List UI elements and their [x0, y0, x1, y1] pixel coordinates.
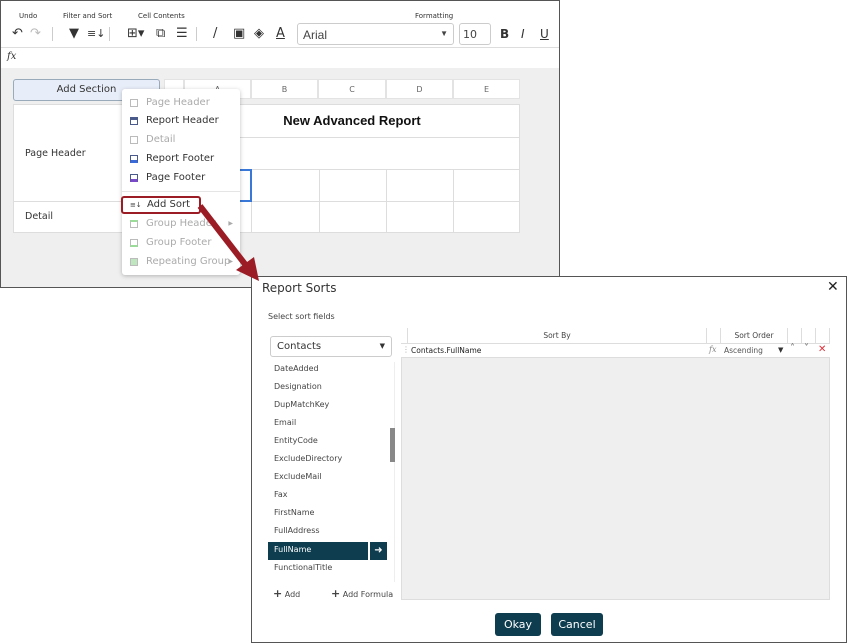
field-item[interactable]: DateAdded	[274, 364, 319, 373]
add-field-arrow-button[interactable]: ➜	[370, 542, 387, 560]
close-icon[interactable]: ✕	[827, 279, 839, 295]
sort-row[interactable]: ⋮ Contacts.FullName fx Ascending ▼ ˄ ˅ ✕	[401, 343, 830, 358]
plus-icon: +	[273, 587, 283, 600]
chevron-down-icon: ▼	[778, 346, 784, 354]
add-button[interactable]: + Add	[273, 587, 300, 600]
field-item[interactable]: FirstName	[274, 508, 314, 517]
drag-handle-icon[interactable]: ⋮	[402, 345, 410, 354]
header-delete	[816, 328, 830, 343]
field-item[interactable]: FullAddress	[274, 526, 320, 535]
header-fx	[707, 328, 721, 343]
field-item[interactable]: ExcludeMail	[274, 472, 322, 481]
field-item[interactable]: DupMatchKey	[274, 400, 329, 409]
chevron-down-icon: ▼	[379, 342, 385, 350]
field-item[interactable]: EntityCode	[274, 436, 318, 445]
sort-field[interactable]: Contacts.FullName	[411, 346, 481, 355]
sort-grid	[401, 328, 830, 600]
move-up-icon[interactable]: ˄	[790, 343, 795, 354]
arrow-shaft	[197, 204, 251, 270]
field-item[interactable]: ExcludeDirectory	[274, 454, 342, 463]
okay-button[interactable]: Okay	[495, 613, 541, 636]
dialog-title: Report Sorts	[262, 281, 337, 295]
header-sort-by: Sort By	[408, 328, 707, 343]
sort-order-select[interactable]: Ascending	[724, 346, 763, 355]
header-sort-order: Sort Order	[721, 328, 788, 343]
cancel-button[interactable]: Cancel	[551, 613, 603, 636]
field-item[interactable]: FunctionalTitle	[274, 563, 332, 572]
field-item-selected[interactable]: FullName	[274, 545, 311, 554]
header-up	[788, 328, 802, 343]
source-select[interactable]: Contacts ▼	[270, 336, 392, 357]
source-value: Contacts	[277, 341, 322, 352]
plus-icon: +	[331, 587, 341, 600]
add-formula-button[interactable]: + Add Formula	[331, 587, 393, 600]
field-list-scrollbar[interactable]	[390, 428, 395, 462]
field-item[interactable]: Email	[274, 418, 296, 427]
header-down	[802, 328, 816, 343]
delete-icon[interactable]: ✕	[818, 344, 826, 355]
field-item[interactable]: Designation	[274, 382, 322, 391]
fx-icon[interactable]: fx	[709, 345, 716, 354]
dialog-subtitle: Select sort fields	[268, 312, 335, 321]
field-item[interactable]: Fax	[274, 490, 288, 499]
move-down-icon[interactable]: ˅	[804, 343, 809, 354]
grid-handle-header	[401, 328, 408, 343]
